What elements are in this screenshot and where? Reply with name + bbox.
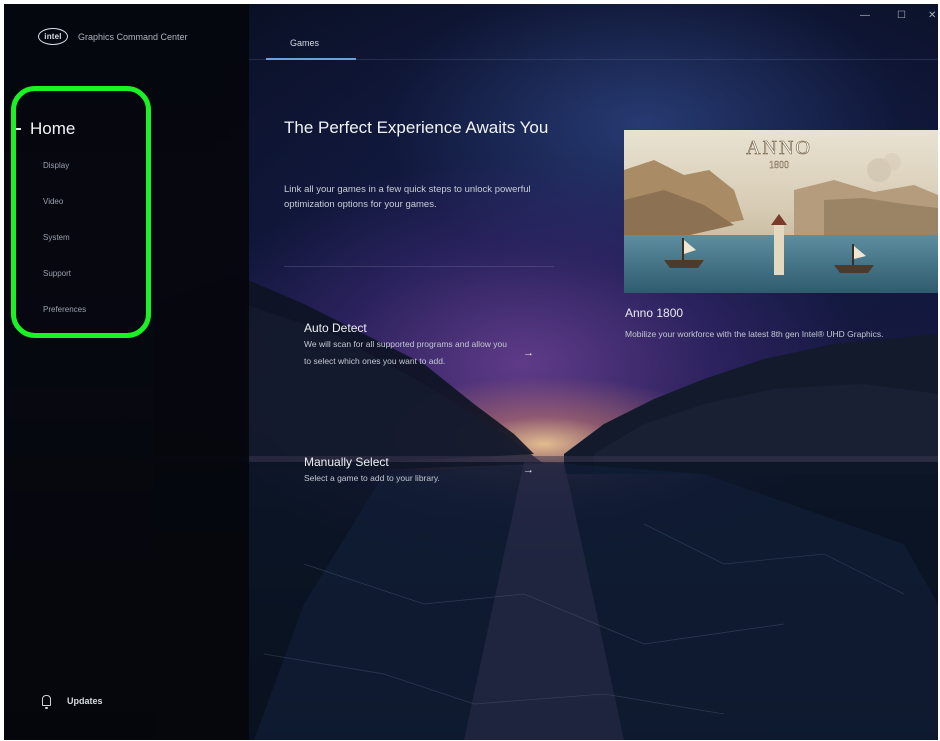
intel-logo-icon: intel: [38, 28, 68, 45]
active-indicator: [14, 128, 21, 130]
bell-icon: [42, 695, 51, 709]
page-description: Link all your games in a few quick steps…: [284, 184, 531, 210]
sidebar-item-video[interactable]: Video: [43, 184, 86, 220]
sidebar-item-system[interactable]: System: [43, 220, 86, 256]
option-description: We will scan for all supported programs …: [304, 339, 507, 366]
auto-detect-option[interactable]: Auto Detect We will scan for all support…: [304, 320, 544, 370]
brand: intel Graphics Command Center: [38, 28, 188, 45]
sidebar-item-display[interactable]: Display: [43, 148, 86, 184]
arrow-right-icon: →: [523, 464, 534, 476]
option-description: Select a game to add to your library.: [304, 473, 440, 483]
sidebar-item-label: Home: [30, 119, 76, 138]
sidebar: intel Graphics Command Center Home Displ…: [4, 4, 249, 740]
app-title: Graphics Command Center: [78, 31, 188, 42]
arrow-right-icon: →: [523, 347, 534, 359]
option-title: Manually Select: [304, 455, 389, 469]
sidebar-nav: Home Display Video System Support Prefer…: [14, 116, 86, 328]
updates-label: Updates: [67, 695, 103, 706]
page-title: The Perfect Experience Awaits You: [284, 118, 549, 137]
manually-select-option[interactable]: Manually Select Select a game to add to …: [304, 454, 544, 487]
featured-game-image[interactable]: ANNO 1800: [624, 130, 938, 293]
tab-active-underline: [266, 58, 356, 60]
app-window: intel Graphics Command Center Home Displ…: [4, 4, 938, 740]
sidebar-item-home[interactable]: Home: [14, 116, 86, 142]
featured-game-title: Anno 1800: [625, 306, 684, 320]
anno-1800-artwork: ANNO 1800: [624, 130, 938, 293]
option-title: Auto Detect: [304, 321, 367, 335]
minimize-button[interactable]: —: [860, 10, 870, 21]
maximize-button[interactable]: ☐: [897, 10, 906, 21]
featured-game-description: Mobilize your workforce with the latest …: [625, 329, 884, 339]
close-button[interactable]: ✕: [928, 10, 936, 21]
sidebar-item-preferences[interactable]: Preferences: [43, 292, 86, 328]
updates-button[interactable]: Updates: [42, 695, 103, 709]
game-logo-text: ANNO: [746, 137, 812, 159]
section-divider: [284, 266, 554, 267]
tab-games[interactable]: Games: [266, 34, 356, 64]
sidebar-item-support[interactable]: Support: [43, 256, 86, 292]
tab-label: Games: [290, 38, 320, 48]
game-logo-subtext: 1800: [769, 160, 789, 171]
